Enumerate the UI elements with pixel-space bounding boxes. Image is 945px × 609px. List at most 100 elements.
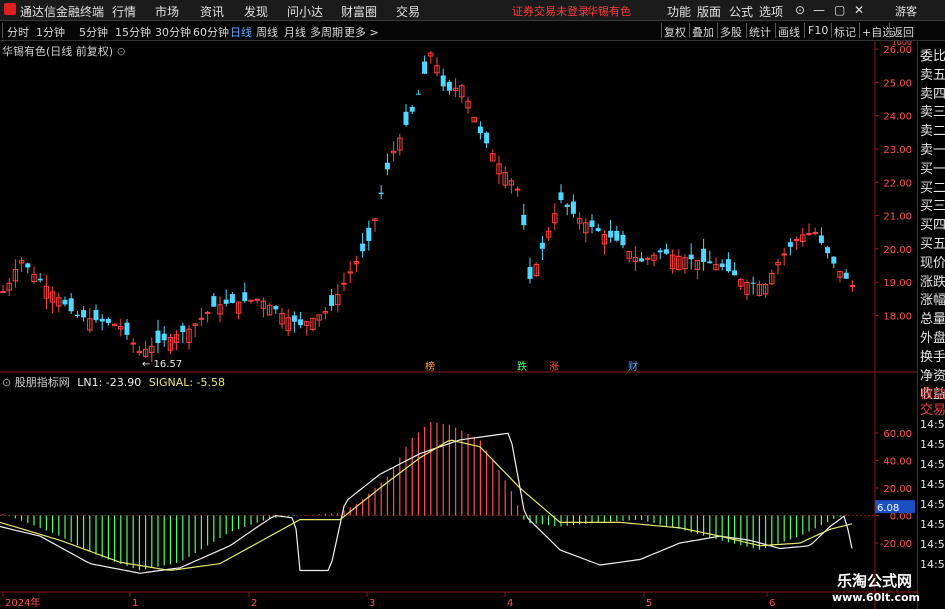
time-label: 14:56 <box>920 478 945 491</box>
quote-label: 卖五 <box>920 67 945 83</box>
candle <box>124 318 130 340</box>
candle <box>837 270 843 283</box>
candle <box>639 252 645 263</box>
candle <box>707 250 713 264</box>
candle <box>732 262 738 276</box>
candle <box>248 299 254 304</box>
chart-options-icon[interactable]: ⊙ <box>117 45 126 58</box>
candle <box>12 259 19 288</box>
menu-item-xuanxiang[interactable]: 选项 <box>759 3 783 20</box>
candle <box>384 153 390 176</box>
candle <box>465 96 471 114</box>
menu-item-gongshi[interactable]: 公式 <box>729 3 753 20</box>
menu-item-caifuquan[interactable]: 财富圈 <box>341 3 377 20</box>
candle-body <box>37 278 43 281</box>
menu-bar: 通达信金融终端 行情 市场 资讯 发现 问小达 财富圈 交易 证券交易未登录 华… <box>0 0 945 21</box>
quote-label: 卖二 <box>920 124 945 140</box>
menu-item-zixun[interactable]: 资讯 <box>200 3 224 20</box>
period-60min[interactable]: 60分钟 <box>193 24 229 40</box>
candle <box>719 259 725 271</box>
candle <box>62 296 68 307</box>
stock-name: 华锡有色 <box>587 5 631 18</box>
period-5min[interactable]: 5分钟 <box>79 24 108 40</box>
candlestick-series <box>0 50 856 363</box>
candle <box>459 83 465 103</box>
period-1min[interactable]: 1分钟 <box>36 24 65 40</box>
candle-body <box>105 318 111 323</box>
period-multi[interactable]: 多周期 <box>310 24 343 40</box>
price-tick-label: 21.00 <box>883 212 912 223</box>
candle <box>701 238 707 271</box>
candle <box>347 260 353 284</box>
period-fenshi[interactable]: 分时 <box>7 24 29 40</box>
chart-area[interactable]: 18.00 19.00 20.00 21.00 22.00 23.00 24.00 25.00… <box>0 41 917 609</box>
candle <box>0 284 6 294</box>
btn-duogu[interactable]: 多股 <box>720 24 742 40</box>
btn-biaoji[interactable]: 标记 <box>834 24 856 40</box>
menu-item-banmian[interactable]: 版面 <box>697 3 721 20</box>
menu-item-shichang[interactable]: 市场 <box>155 3 179 20</box>
indicator-name[interactable]: 股朋指标网 <box>15 376 70 389</box>
menu-item-hangqing[interactable]: 行情 <box>112 3 136 20</box>
quote-panel: 委比 卖五 卖四 卖三 卖二 卖一 买一 买二 买三 买四 买五 现价 涨跌 涨幅 总量 外盘 换手 净资 收益 自动… <box>917 41 945 609</box>
period-more[interactable]: 更多 > <box>344 24 379 40</box>
btn-fuquan[interactable]: 复权 <box>664 24 686 40</box>
quote-label: 交易 <box>920 403 945 418</box>
date-tick-label: 3 <box>369 598 375 609</box>
indicator-settings-icon[interactable]: ⊙ <box>2 376 11 389</box>
candle-body <box>570 201 576 214</box>
candle <box>477 121 483 140</box>
menu-item-gongneng[interactable]: 功能 <box>667 3 691 20</box>
candle-body <box>663 249 669 254</box>
event-marker: 涨 <box>549 361 559 373</box>
candle <box>781 247 787 266</box>
indicator-tick-label: 40.00 <box>883 457 912 468</box>
candle-body <box>527 266 533 279</box>
candle-body <box>787 242 793 247</box>
date-tick-label: 2 <box>251 598 257 609</box>
btn-tongji[interactable]: 统计 <box>749 24 771 40</box>
candle <box>136 346 143 356</box>
minimize-icon[interactable]: — <box>813 3 825 17</box>
period-monthly[interactable]: 月线 <box>284 24 306 40</box>
menu-item-wenxiaoda[interactable]: 问小达 <box>287 3 323 20</box>
close-icon[interactable]: ✕ <box>854 3 864 17</box>
btn-huaxian[interactable]: 画线 <box>778 24 800 40</box>
candle-body <box>825 247 831 254</box>
candle <box>769 269 775 285</box>
period-weekly[interactable]: 周线 <box>256 24 278 40</box>
btn-f10[interactable]: F10 <box>808 24 828 37</box>
candle <box>372 218 378 232</box>
candle <box>452 77 459 98</box>
candle-body <box>248 299 254 302</box>
price-tick-label: 19.00 <box>883 278 912 289</box>
period-daily[interactable]: 日线 <box>230 24 252 40</box>
restore-icon[interactable]: ▢ <box>834 3 845 17</box>
candle <box>204 310 211 323</box>
menu-item-jiaoyi[interactable]: 交易 <box>396 3 420 20</box>
btn-diejia[interactable]: 叠加 <box>692 24 714 40</box>
candle <box>403 104 409 127</box>
guest-label[interactable]: 游客 <box>895 3 917 19</box>
candle <box>446 79 452 95</box>
menu-item-faxian[interactable]: 发现 <box>244 3 268 20</box>
candle-body <box>484 132 490 144</box>
watermark-url: www.60lt.com <box>832 591 921 604</box>
candle-body <box>0 291 6 294</box>
btn-fanhui[interactable]: 返回 <box>892 24 914 40</box>
help-icon[interactable]: ⊙ <box>795 3 805 17</box>
candle <box>360 232 366 258</box>
candle <box>645 256 651 265</box>
quote-label: 买五 <box>920 237 945 252</box>
period-30min[interactable]: 30分钟 <box>155 24 191 40</box>
candle <box>390 141 397 162</box>
ln1-value: LN1: -23.90 <box>77 376 142 389</box>
period-15min[interactable]: 15分钟 <box>115 24 151 40</box>
candle <box>322 306 329 320</box>
login-status[interactable]: 证券交易未登录 <box>512 3 589 19</box>
candle <box>657 247 663 260</box>
candle <box>614 225 620 242</box>
watermark-title: 乐淘公式网 <box>836 572 912 590</box>
candle <box>725 252 731 273</box>
candle-body <box>155 330 161 344</box>
